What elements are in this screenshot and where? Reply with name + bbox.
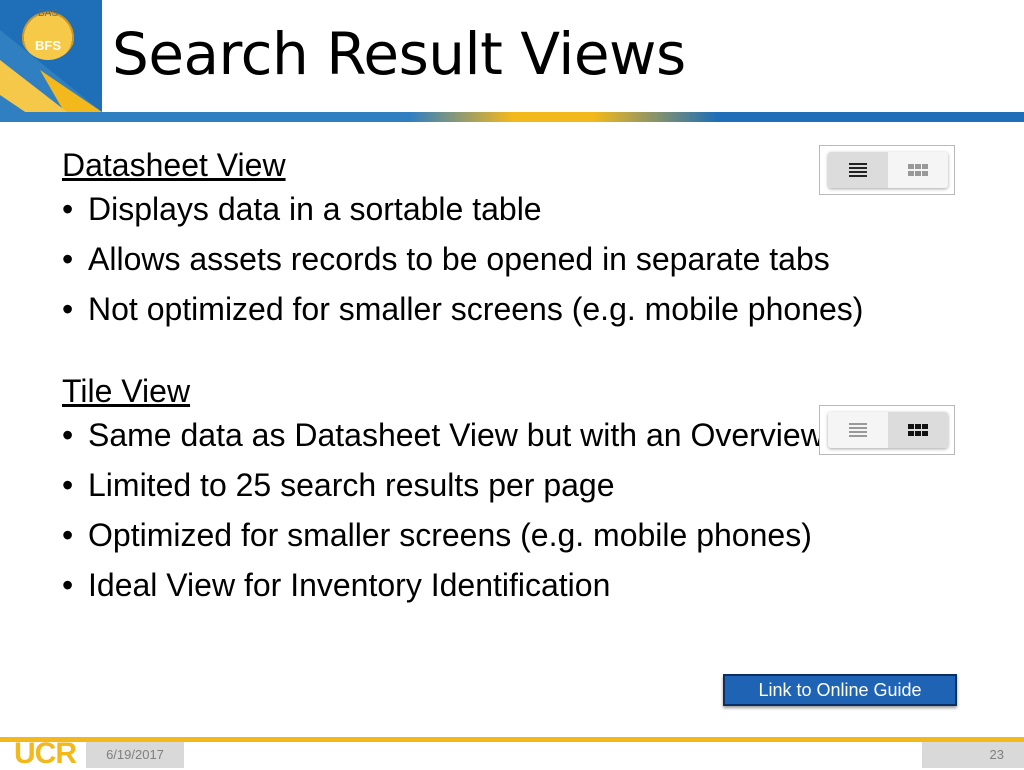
- logo-top-text: BAS: [37, 8, 58, 19]
- list-item: Limited to 25 search results per page: [62, 467, 962, 503]
- grid-icon: [908, 164, 928, 176]
- grid-icon: [908, 424, 928, 436]
- bullet-list: Displays data in a sortable table Allows…: [62, 191, 962, 327]
- view-toggle-tile: [819, 405, 955, 455]
- footer-date: 6/19/2017: [86, 742, 184, 768]
- logo-badge-text: BFS: [35, 38, 61, 53]
- list-item: Not optimized for smaller screens (e.g. …: [62, 291, 962, 327]
- tile-view-button[interactable]: [888, 152, 948, 188]
- tile-view-button[interactable]: [888, 412, 948, 448]
- list-item: Optimized for smaller screens (e.g. mobi…: [62, 517, 962, 553]
- view-toggle-group: [828, 412, 948, 448]
- header-band: [0, 112, 1024, 122]
- list-icon: [849, 423, 867, 437]
- list-item: Displays data in a sortable table: [62, 191, 962, 227]
- list-view-button[interactable]: [828, 152, 888, 188]
- slide-title: Search Result Views: [112, 20, 686, 88]
- online-guide-link-button[interactable]: Link to Online Guide: [723, 674, 957, 706]
- slide-content: Datasheet View Displays data in a sortab…: [62, 145, 962, 617]
- corner-decoration: BAS BFS: [0, 0, 125, 122]
- list-view-button[interactable]: [828, 412, 888, 448]
- list-item: Ideal View for Inventory Identification: [62, 567, 962, 603]
- ucr-logo: UCR: [14, 737, 77, 770]
- list-item: Allows assets records to be opened in se…: [62, 241, 962, 277]
- list-icon: [849, 163, 867, 177]
- view-toggle-datasheet: [819, 145, 955, 195]
- view-toggle-group: [828, 152, 948, 188]
- page-number: 23: [922, 742, 1024, 768]
